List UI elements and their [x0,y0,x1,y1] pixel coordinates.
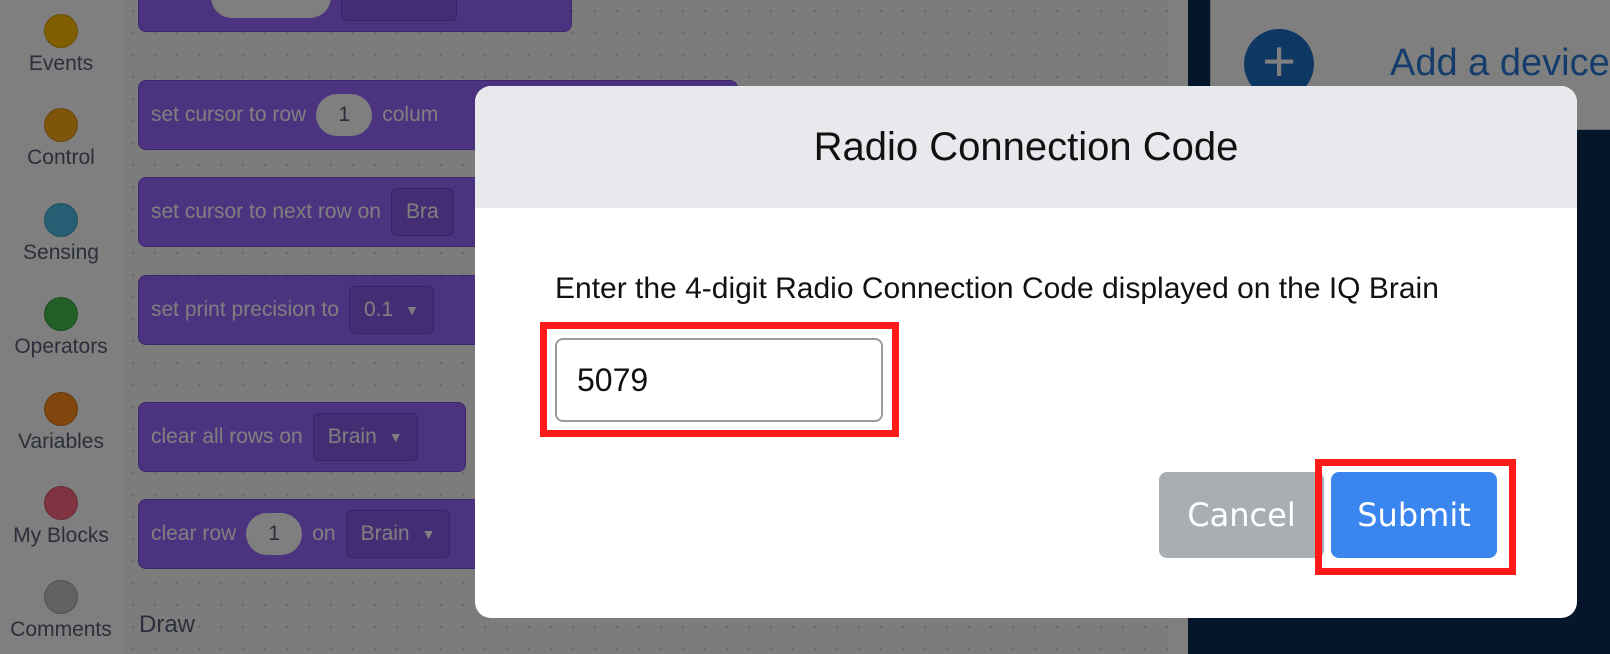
submit-button[interactable]: Submit [1331,472,1497,558]
cancel-button[interactable]: Cancel [1159,472,1324,558]
connection-code-input[interactable] [555,338,883,422]
dialog-instruction: Enter the 4-digit Radio Connection Code … [555,272,1439,305]
dialog-title: Radio Connection Code [813,124,1239,169]
dialog-header: Radio Connection Code [475,86,1577,208]
radio-code-dialog: Radio Connection Code Enter the 4-digit … [475,86,1577,618]
